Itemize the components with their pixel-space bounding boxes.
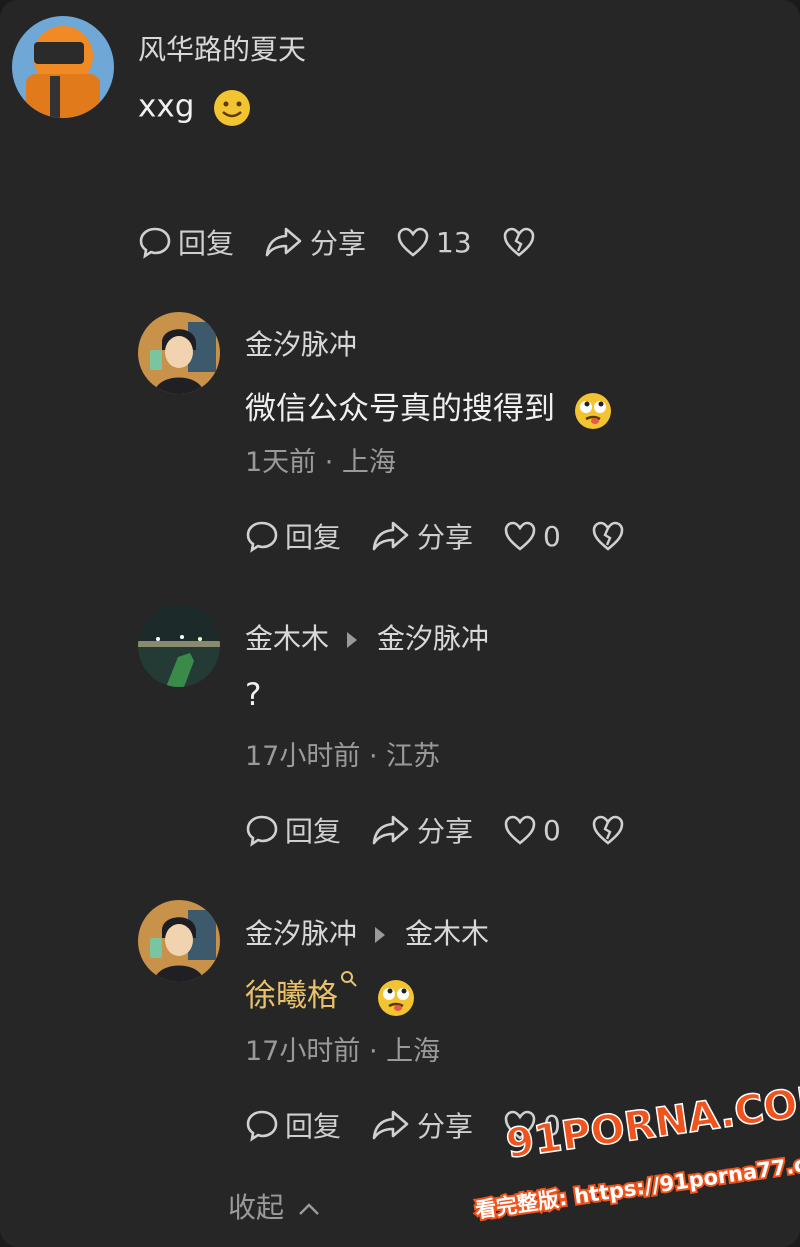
comment-text: 徐曦格 [245, 970, 416, 1018]
share-label: 分享 [417, 521, 474, 554]
avatar[interactable] [138, 312, 220, 394]
reply-icon [246, 815, 278, 847]
like-count: 13 [436, 225, 472, 259]
reply-button[interactable]: 回复 [245, 1105, 341, 1145]
comment-text: ? [245, 677, 262, 713]
like-count: 0 [543, 519, 561, 553]
comment-text: xxg [138, 88, 252, 128]
reply-icon [139, 227, 171, 259]
chevron-up-icon [299, 1203, 319, 1215]
reply-button[interactable]: 回复 [245, 516, 341, 556]
search-icon[interactable] [340, 970, 358, 988]
reply-button[interactable]: 回复 [138, 222, 234, 262]
reply-button[interactable]: 回复 [245, 810, 341, 850]
reply-label: 回复 [178, 227, 235, 260]
dislike-button[interactable] [502, 226, 542, 258]
share-icon [372, 521, 409, 551]
like-button[interactable]: 0 [503, 814, 561, 847]
avatar[interactable] [138, 605, 220, 687]
like-button[interactable]: 0 [503, 1109, 561, 1142]
username-reply-line: 金汐脉冲 金木木 [245, 912, 489, 952]
comment-meta: 17小时前 · 上海 [245, 1036, 441, 1067]
comment-text: 微信公众号真的搜得到 [245, 383, 613, 431]
reply-icon [246, 521, 278, 553]
share-label: 分享 [417, 1110, 474, 1143]
comment-actions: 回复 分享 0 [245, 516, 631, 556]
username[interactable]: 风华路的夏天 [138, 28, 306, 68]
comment-meta: 17小时前 · 江苏 [245, 741, 441, 772]
share-icon [265, 227, 302, 257]
reply-arrow-icon [347, 632, 358, 648]
avatar[interactable] [12, 16, 114, 118]
reply-label: 回复 [285, 815, 342, 848]
rolling-eyes-emoji-icon [377, 979, 414, 1016]
username[interactable]: 金木木 [245, 622, 329, 655]
heart-icon [504, 815, 536, 845]
rolling-eyes-emoji-icon [574, 392, 611, 429]
comment-actions: 回复 分享 0 [245, 1105, 591, 1145]
username-reply-line: 金木木 金汐脉冲 [245, 617, 489, 657]
share-button[interactable]: 分享 [264, 222, 366, 262]
collapse-replies-button[interactable]: 收起 [228, 1186, 321, 1226]
share-icon [372, 815, 409, 845]
comment-actions: 回复 分享 0 [245, 810, 631, 850]
heart-icon [504, 1110, 536, 1140]
share-icon [372, 1110, 409, 1140]
avatar[interactable] [138, 900, 220, 982]
reply-icon [246, 1110, 278, 1142]
like-button[interactable]: 13 [396, 226, 472, 259]
share-button[interactable]: 分享 [371, 516, 473, 556]
smile-emoji-icon [214, 90, 251, 126]
share-button[interactable]: 分享 [371, 810, 473, 850]
dislike-button[interactable] [591, 520, 631, 552]
username[interactable]: 金汐脉冲 [245, 323, 357, 363]
search-keyword-link[interactable]: 徐曦格 [245, 978, 338, 1014]
reply-to-username[interactable]: 金汐脉冲 [377, 622, 489, 655]
username[interactable]: 金汐脉冲 [245, 917, 357, 950]
broken-heart-icon [503, 227, 534, 257]
reply-to-username[interactable]: 金木木 [405, 917, 489, 950]
broken-heart-icon [592, 521, 624, 551]
reply-arrow-icon [375, 927, 386, 943]
share-button[interactable]: 分享 [371, 1105, 473, 1145]
dislike-button[interactable] [591, 814, 631, 846]
heart-icon [504, 521, 536, 551]
comment-text-content: xxg [138, 88, 195, 125]
share-label: 分享 [310, 227, 367, 260]
reply-label: 回复 [285, 521, 342, 554]
collapse-label: 收起 [228, 1191, 285, 1224]
comment-actions: 回复 分享 13 [138, 222, 542, 262]
like-count: 0 [543, 1108, 561, 1142]
broken-heart-icon [592, 815, 624, 845]
share-label: 分享 [417, 815, 474, 848]
comment-text-content: 微信公众号真的搜得到 [245, 391, 555, 427]
heart-icon [397, 227, 429, 257]
comment-meta: 1天前 · 上海 [245, 447, 396, 478]
like-button[interactable]: 0 [503, 520, 561, 553]
like-count: 0 [543, 813, 561, 847]
reply-label: 回复 [285, 1110, 342, 1143]
